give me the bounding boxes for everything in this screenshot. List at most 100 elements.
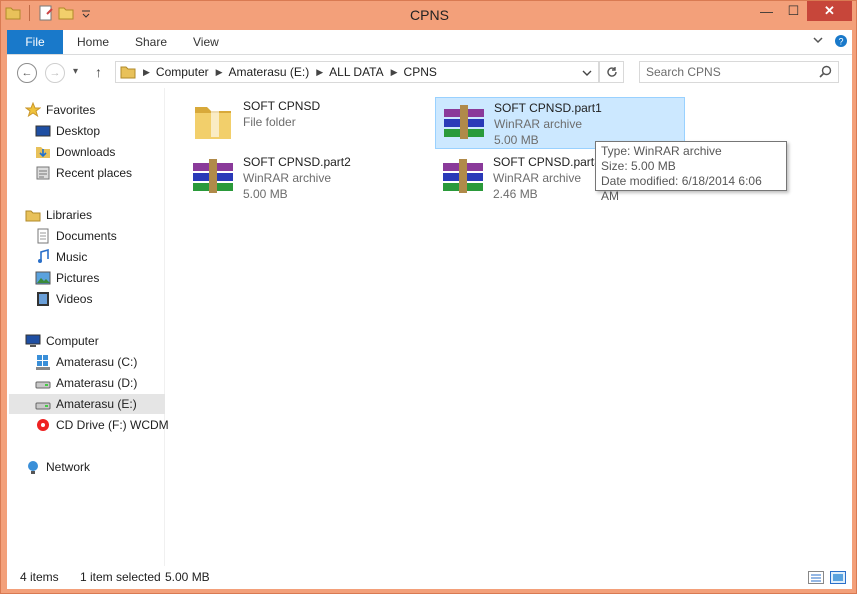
folder-icon (195, 107, 231, 139)
file-info: SOFT CPNSD.part3 WinRAR archive 2.46 MB (493, 152, 601, 202)
sidebar-item-label: Amaterasu (C:) (56, 355, 138, 369)
sidebar-item-label: Libraries (46, 208, 93, 222)
forward-button[interactable]: → (45, 63, 65, 83)
sidebar-item-label: Network (46, 460, 91, 474)
sidebar-item-label: Amaterasu (D:) (56, 376, 138, 390)
tooltip-size: Size: 5.00 MB (601, 159, 676, 173)
sidebar-item-label: Desktop (56, 124, 101, 138)
desktop-icon (35, 125, 51, 137)
file-type: WinRAR archive (243, 171, 332, 185)
file-name: SOFT CPNSD.part1 (494, 101, 602, 115)
tab-file[interactable]: File (7, 30, 63, 54)
file-type: WinRAR archive (494, 117, 583, 131)
refresh-icon (606, 67, 617, 77)
libraries-icon (25, 210, 41, 222)
maximize-button[interactable]: ☐ (780, 1, 807, 21)
chevron-right-icon[interactable]: ▶ (316, 67, 323, 78)
file-name: SOFT CPNSD (243, 99, 321, 113)
up-button[interactable]: ↑ (95, 64, 102, 80)
large-icons-view-icon[interactable] (830, 571, 846, 584)
details-view-icon[interactable] (808, 571, 824, 584)
breadcrumb-drive[interactable]: Amaterasu (E:) (229, 65, 310, 79)
sidebar-item-label: Computer (46, 334, 99, 348)
file-size: 5.00 MB (494, 133, 539, 147)
chevron-right-icon[interactable]: ▶ (216, 67, 223, 78)
winrar-icon (193, 159, 233, 193)
list-item[interactable]: SOFT CPNSD.part2 WinRAR archive 5.00 MB (185, 152, 435, 204)
cd-drive-icon (37, 419, 49, 431)
sidebar-item-drive-e[interactable]: Amaterasu (E:) (9, 394, 165, 414)
recent-places-icon (36, 166, 50, 180)
computer-icon (25, 334, 41, 347)
recent-locations-dropdown[interactable]: ▾ (73, 66, 78, 77)
documents-icon (37, 228, 49, 244)
file-tooltip: Type: WinRAR archive Size: 5.00 MB Date … (595, 141, 787, 203)
music-icon (38, 249, 49, 263)
sidebar-item-network[interactable]: Network (25, 457, 183, 477)
navigation-bar: ← → ▾ ↑ ▶ Computer ▶ Amaterasu (E:) ▶ AL… (7, 55, 852, 88)
winrar-icon (443, 159, 483, 193)
window-title: CPNS (410, 7, 449, 23)
file-info: SOFT CPNSD File folder (243, 96, 320, 130)
breadcrumb-computer[interactable]: Computer (156, 65, 209, 79)
sidebar-item-label: CD Drive (F:) WCDM (56, 418, 169, 432)
search-placeholder: Search CPNS (646, 65, 721, 79)
sidebar-item-label: Favorites (46, 103, 96, 117)
item-count: 4 items (20, 570, 59, 584)
file-info: SOFT CPNSD.part2 WinRAR archive 5.00 MB (243, 152, 351, 202)
file-name: SOFT CPNSD.part3 (493, 155, 601, 169)
sidebar-item-libraries[interactable]: Libraries (25, 205, 183, 225)
folder-icon (120, 66, 136, 79)
svg-text:?: ? (838, 37, 843, 47)
drive-icon (35, 381, 51, 389)
search-input[interactable]: Search CPNS (639, 61, 839, 83)
star-icon (25, 102, 41, 118)
breadcrumb-all-data[interactable]: ALL DATA (329, 65, 383, 79)
sidebar-item-label: Music (56, 250, 88, 264)
sidebar-item-label: Amaterasu (E:) (56, 397, 137, 411)
title-bar: CPNS — ☐ ✕ (1, 1, 857, 29)
tab-share[interactable]: Share (135, 30, 167, 54)
sidebar-item-computer[interactable]: Computer (25, 331, 183, 351)
refresh-button[interactable] (599, 61, 624, 83)
file-type: WinRAR archive (493, 171, 582, 185)
file-name: SOFT CPNSD.part2 (243, 155, 351, 169)
sidebar-item-label: Videos (56, 292, 93, 306)
list-item[interactable]: SOFT CPNSD File folder (185, 96, 435, 148)
sidebar-item-label: Downloads (56, 145, 116, 159)
selection-size: 5.00 MB (165, 570, 210, 584)
address-bar[interactable]: ▶ Computer ▶ Amaterasu (E:) ▶ ALL DATA ▶… (115, 61, 599, 83)
sidebar-item-label: Documents (56, 229, 117, 243)
ribbon-controls: ? (812, 34, 848, 48)
expand-ribbon-icon[interactable] (812, 34, 824, 46)
help-icon[interactable]: ? (834, 34, 848, 48)
tab-view[interactable]: View (193, 30, 219, 54)
chevron-down-icon[interactable] (582, 68, 592, 78)
minimize-button[interactable]: — (753, 1, 780, 21)
sidebar-item-label: Recent places (56, 166, 133, 180)
chevron-right-icon[interactable]: ▶ (143, 67, 150, 78)
downloads-icon (36, 147, 50, 158)
close-button[interactable]: ✕ (807, 1, 852, 21)
network-icon (28, 461, 38, 474)
tab-home[interactable]: Home (77, 30, 109, 54)
sidebar-item-favorites[interactable]: Favorites (25, 100, 183, 120)
file-info: SOFT CPNSD.part1 WinRAR archive 5.00 MB (494, 98, 602, 148)
tooltip-date-modified: Date modified: 6/18/2014 6:06 AM (601, 174, 762, 203)
chevron-right-icon[interactable]: ▶ (391, 67, 398, 78)
sidebar-item-label: Pictures (56, 271, 100, 285)
file-size: 5.00 MB (243, 187, 288, 201)
pictures-icon (35, 271, 51, 285)
tooltip-type: Type: WinRAR archive (601, 144, 722, 158)
selection-count: 1 item selected (80, 570, 161, 584)
back-button[interactable]: ← (17, 63, 37, 83)
ribbon-tabs: File Home Share View ? (7, 30, 852, 55)
file-size: 2.46 MB (493, 187, 538, 201)
navigation-pane: Favorites Desktop Downloads Recent place… (7, 88, 169, 566)
drive-icon (35, 402, 51, 410)
system-drive-icon (36, 355, 50, 370)
search-icon[interactable] (819, 65, 832, 78)
breadcrumb-cpns[interactable]: CPNS (404, 65, 437, 79)
explorer-window: CPNS — ☐ ✕ File Home Share View ? ← → ▾ … (0, 0, 857, 594)
winrar-icon (444, 105, 484, 139)
